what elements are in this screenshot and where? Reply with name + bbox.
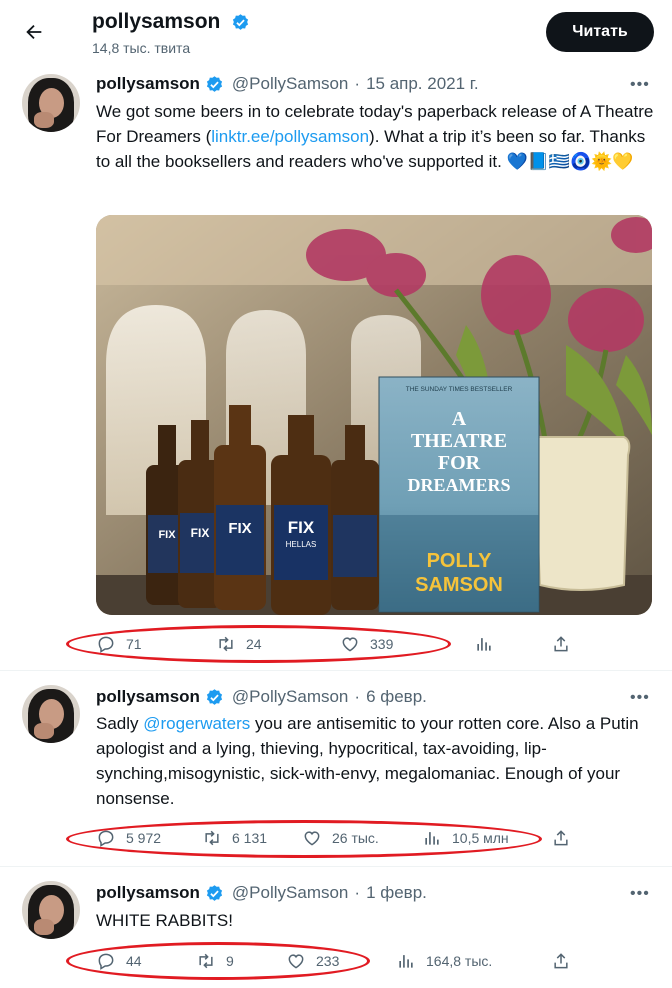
verified-badge-icon [206, 884, 223, 901]
tweet-link[interactable]: linktr.ee/pollysamson [211, 127, 369, 146]
like-button[interactable]: 233 [286, 946, 339, 976]
like-count: 233 [316, 953, 340, 969]
like-icon [288, 954, 304, 969]
like-button[interactable]: 26 тыс. [302, 823, 379, 853]
book-title-line: THEATRE [411, 430, 507, 452]
retweet-count: 9 [226, 953, 234, 969]
tweet-photo[interactable]: THE SUNDAY TIMES BESTSELLER A THEATRE FO… [96, 215, 652, 615]
back-arrow-icon[interactable] [18, 16, 50, 48]
retweet-count: 6 131 [232, 830, 268, 846]
separator-dot: · [354, 687, 361, 706]
reply-button[interactable]: 44 [96, 946, 142, 976]
beer-label: FIX [228, 520, 251, 537]
tweet-date[interactable]: 15 апр. 2021 г. [366, 74, 479, 94]
tweet-header: pollysamson @PollySamson · 6 февр. [96, 687, 427, 707]
reply-button[interactable]: 5 972 [96, 823, 161, 853]
verified-badge-icon [233, 13, 249, 30]
views-icon [477, 638, 491, 651]
tweet-1[interactable]: pollysamson @PollySamson · 15 апр. 2021 … [0, 64, 672, 669]
header-name: pollysamson [92, 10, 250, 34]
views-icon [425, 832, 439, 845]
views-button[interactable] [474, 629, 494, 659]
share-button[interactable] [551, 823, 571, 853]
tweet-actions: 71 24 339 [96, 629, 656, 659]
tweet-text: WHITE RABBITS! [96, 911, 233, 930]
beer-label: FIX [191, 526, 210, 540]
author-name[interactable]: pollysamson [96, 74, 200, 94]
share-button[interactable] [551, 629, 571, 659]
views-count: 164,8 тыс. [426, 953, 493, 969]
share-icon [554, 830, 568, 846]
more-icon[interactable]: ••• [630, 885, 650, 903]
avatar[interactable] [22, 685, 80, 743]
like-icon [304, 831, 320, 846]
more-icon[interactable]: ••• [630, 689, 650, 707]
follow-button[interactable]: Читать [546, 12, 654, 52]
avatar[interactable] [22, 74, 80, 132]
reply-count: 44 [126, 953, 142, 969]
tweet-text: We got some beers in to celebrate today'… [96, 99, 656, 174]
book-author-line: SAMSON [415, 574, 503, 596]
verified-badge-icon [206, 75, 223, 92]
tweet-actions: 5 972 6 131 26 тыс. 10,5 млн [96, 823, 656, 853]
views-count: 10,5 млн [452, 830, 509, 846]
retweet-button[interactable]: 9 [196, 946, 234, 976]
views-icon [399, 955, 413, 968]
like-icon [342, 637, 358, 652]
beer-label: FIX [288, 518, 315, 537]
tweet-text-part: Sadly [96, 714, 144, 733]
views-button[interactable]: 164,8 тыс. [396, 946, 492, 976]
reply-count: 71 [126, 636, 142, 652]
author-name[interactable]: pollysamson [96, 687, 200, 707]
tweet-mention[interactable]: @rogerwaters [143, 714, 250, 733]
reply-icon [98, 953, 114, 970]
book-title-line: A [452, 408, 467, 430]
tweet-date[interactable]: 1 февр. [366, 883, 427, 903]
profile-header: pollysamson 14,8 тыс. твита Читать [0, 0, 672, 64]
tweet-header: pollysamson @PollySamson · 1 февр. [96, 883, 427, 903]
like-button[interactable]: 339 [340, 629, 393, 659]
tweet-actions: 44 9 233 164,8 тыс. [96, 946, 656, 976]
retweet-button[interactable]: 24 [216, 629, 262, 659]
beer-label: FIX [158, 529, 176, 541]
retweet-icon [219, 636, 233, 652]
verified-badge-icon [206, 688, 223, 705]
author-handle[interactable]: @PollySamson [232, 687, 348, 707]
tweet-count: 14,8 тыс. твита [92, 40, 191, 56]
reply-count: 5 972 [126, 830, 162, 846]
more-icon[interactable]: ••• [630, 76, 650, 94]
header-name-text: pollysamson [92, 10, 221, 33]
tweet-3[interactable]: pollysamson @PollySamson · 1 февр. ••• W… [0, 867, 672, 988]
beer-sub-label: HELLAS [286, 540, 317, 549]
author-handle[interactable]: @PollySamson [232, 74, 348, 94]
tweet-2[interactable]: pollysamson @PollySamson · 6 февр. ••• S… [0, 671, 672, 865]
tweet-photo-illustration: THE SUNDAY TIMES BESTSELLER A THEATRE FO… [96, 215, 652, 615]
retweet-count: 24 [246, 636, 262, 652]
book-title-line: FOR [438, 452, 481, 474]
tweet-text: Sadly @rogerwaters you are antisemitic t… [96, 711, 656, 811]
reply-button[interactable]: 71 [96, 629, 142, 659]
share-icon [554, 636, 568, 652]
reply-icon [98, 636, 114, 653]
tweet-header: pollysamson @PollySamson · 15 апр. 2021 … [96, 74, 479, 94]
tweet-date[interactable]: 6 февр. [366, 687, 427, 707]
book-author-line: POLLY [427, 550, 492, 572]
share-icon [554, 953, 568, 969]
share-button[interactable] [551, 946, 571, 976]
book-title-line: DREAMERS [407, 475, 510, 495]
separator-dot: · [354, 74, 361, 93]
book-badge: THE SUNDAY TIMES BESTSELLER [406, 386, 513, 393]
avatar[interactable] [22, 881, 80, 939]
retweet-icon [199, 953, 213, 969]
reply-icon [98, 830, 114, 847]
separator-dot: · [354, 883, 361, 902]
retweet-button[interactable]: 6 131 [202, 823, 267, 853]
author-handle[interactable]: @PollySamson [232, 883, 348, 903]
like-count: 26 тыс. [332, 830, 379, 846]
like-count: 339 [370, 636, 394, 652]
views-button[interactable]: 10,5 млн [422, 823, 509, 853]
retweet-icon [205, 830, 219, 846]
author-name[interactable]: pollysamson [96, 883, 200, 903]
